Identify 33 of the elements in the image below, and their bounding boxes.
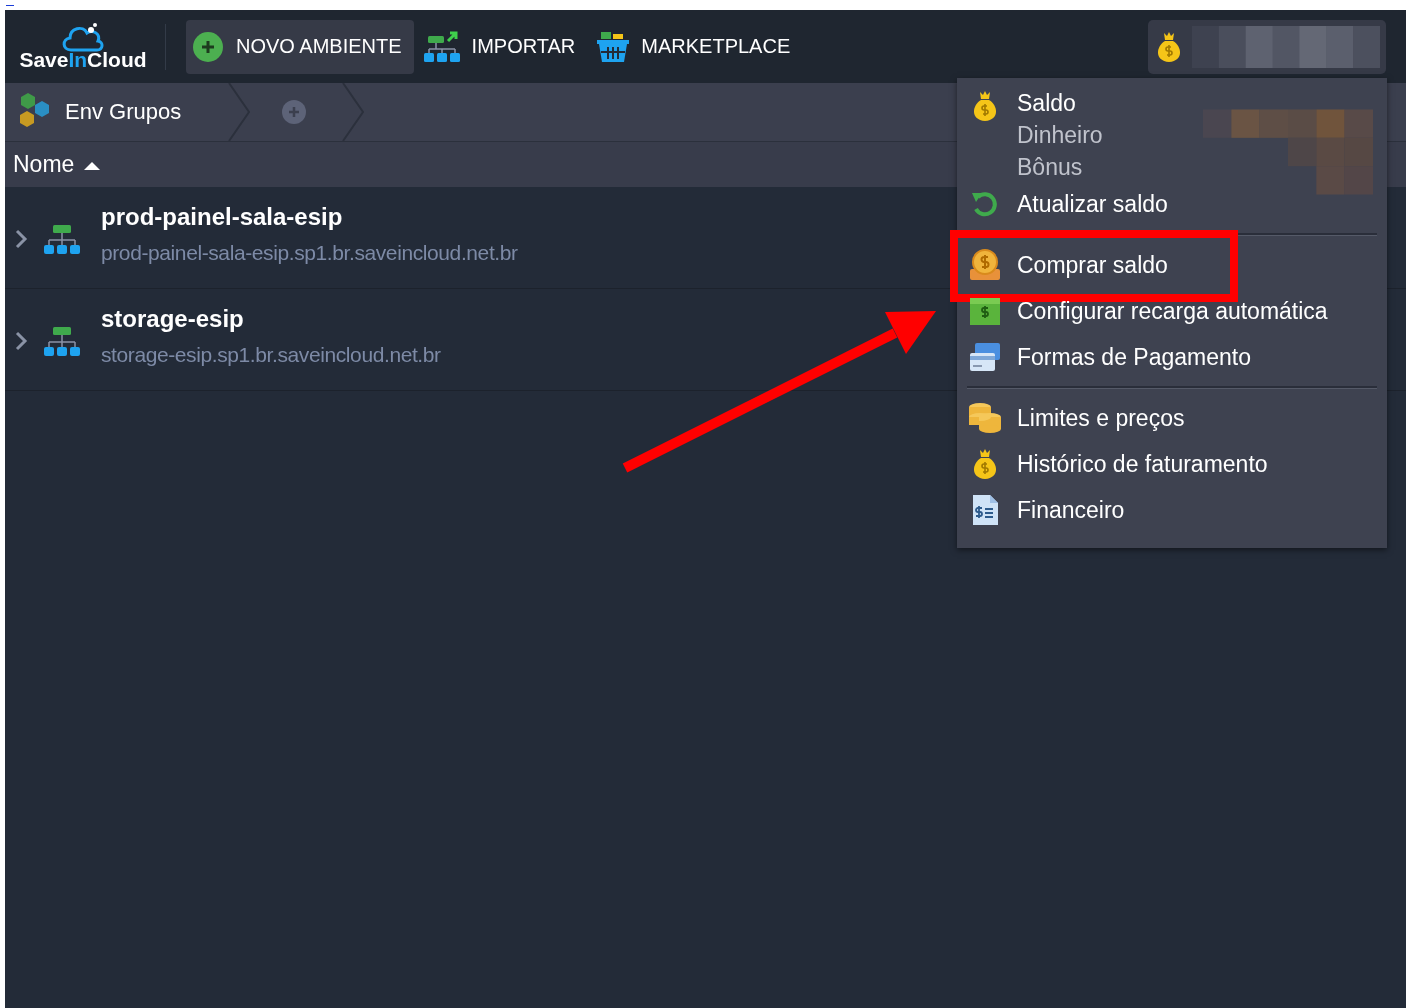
- menu-item[interactable]: Configurar recarga automática: [967, 288, 1377, 334]
- balance-line: Bônus: [1017, 154, 1084, 181]
- menu-label: Saldo: [1017, 90, 1077, 117]
- credit-cards-icon: [969, 341, 1001, 373]
- menu-item[interactable]: Financeiro: [967, 487, 1377, 533]
- coins-icon: [968, 402, 1002, 434]
- coin-icon: [969, 249, 1001, 281]
- hierarchy-icon: [423, 30, 460, 63]
- invoice-icon: [971, 494, 999, 526]
- menu-item[interactable]: Histórico de faturamento: [967, 441, 1377, 487]
- environment-name[interactable]: storage-esip: [101, 305, 441, 333]
- environment-url[interactable]: prod-painel-sala-esip.sp1.br.saveincloud.net.br: [101, 241, 518, 265]
- environment-name[interactable]: prod-painel-sala-esip: [101, 203, 518, 231]
- hierarchy-icon: [43, 223, 81, 255]
- breadcrumb-label[interactable]: Env Grupos: [65, 99, 182, 125]
- hierarchy-icon: [43, 325, 81, 357]
- column-header[interactable]: Nome: [13, 151, 101, 178]
- toolbar-button[interactable]: NOVO AMBIENTE: [186, 19, 414, 74]
- basket-icon: [597, 30, 630, 63]
- logo-text: SaveInCloud: [19, 47, 147, 72]
- banknote-icon: [969, 296, 1001, 326]
- menu-item[interactable]: Limites e preços: [967, 395, 1377, 441]
- refresh-icon: [970, 189, 1000, 219]
- menu-item[interactable]: Formas de Pagamento: [967, 334, 1377, 380]
- environment-url[interactable]: storage-esip.sp1.br.saveincloud.net.br: [101, 343, 441, 367]
- menu-item[interactable]: Atualizar saldo: [967, 181, 1377, 227]
- cloud-icon: [61, 21, 105, 52]
- toolbar-button[interactable]: IMPORTAR: [417, 19, 588, 74]
- toolbar-button[interactable]: MARKETPLACE: [591, 19, 803, 74]
- balance-button[interactable]: [1148, 19, 1386, 74]
- menu-item[interactable]: Comprar saldo: [967, 242, 1377, 288]
- plus-circle-icon: [192, 30, 224, 63]
- balance-line: Dinheiro: [1017, 122, 1103, 149]
